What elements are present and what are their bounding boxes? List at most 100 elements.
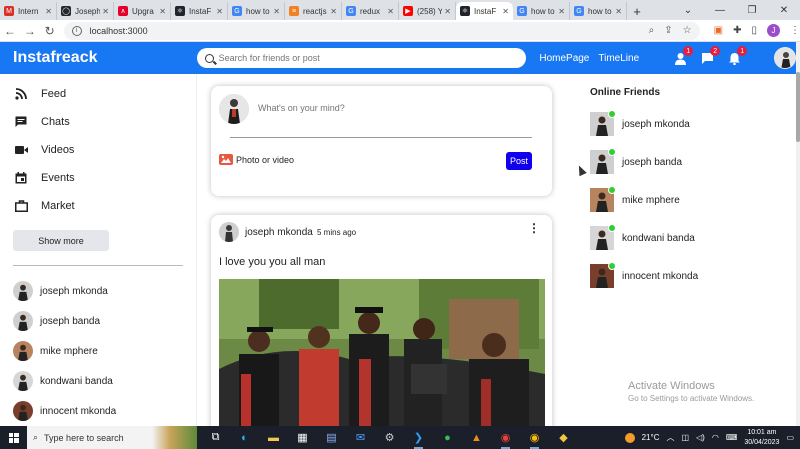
chrome-icon[interactable]: ◉: [495, 428, 516, 449]
taskbar-clock[interactable]: 10:01 am 30/04/2023: [744, 428, 779, 448]
new-tab-button[interactable]: +: [627, 2, 647, 20]
online-friend-item[interactable]: joseph mkonda: [590, 105, 790, 143]
post-button[interactable]: Post: [506, 152, 532, 170]
address-bar[interactable]: i localhost:3000 ⌕ ⇪ ☆: [63, 21, 700, 40]
post-options-icon[interactable]: ⋮: [528, 222, 540, 234]
network-icon[interactable]: ◫: [681, 433, 689, 442]
edge-icon[interactable]: ◐: [234, 428, 255, 447]
tab-close-icon[interactable]: ✕: [159, 7, 166, 16]
notification-center-icon[interactable]: ▭: [786, 433, 794, 442]
sidebar-item-chats[interactable]: Chats: [0, 108, 196, 136]
show-more-button[interactable]: Show more: [13, 230, 109, 251]
tab-close-icon[interactable]: ✕: [102, 7, 109, 16]
post-author-avatar[interactable]: [219, 222, 239, 242]
bookmark-star-icon[interactable]: ☆: [683, 25, 692, 36]
extension-icon[interactable]: ▣: [714, 25, 723, 36]
volume-icon[interactable]: ◁): [696, 433, 705, 442]
friend-requests-icon[interactable]: 1: [673, 46, 694, 65]
post-author-name[interactable]: joseph mkonda: [245, 227, 313, 238]
browser-tab[interactable]: Ghow to ✕: [228, 2, 285, 20]
online-friend-item[interactable]: mike mphere: [590, 181, 790, 219]
tab-close-icon[interactable]: ✕: [558, 7, 565, 16]
tab-search-icon[interactable]: ⌄: [672, 0, 704, 20]
tab-close-icon[interactable]: ✕: [615, 7, 622, 16]
store-icon[interactable]: ▦: [292, 428, 313, 447]
app-logo[interactable]: Instafreack: [13, 49, 197, 67]
restore-button[interactable]: ❐: [736, 0, 768, 20]
sidebar-item-videos[interactable]: Videos: [0, 136, 196, 164]
weather-sun-icon[interactable]: [624, 432, 635, 443]
mail-icon[interactable]: ✉: [350, 428, 371, 447]
tab-close-icon[interactable]: ✕: [444, 7, 451, 16]
sidepanel-icon[interactable]: ▯: [751, 25, 757, 36]
zoom-icon[interactable]: ⌕: [649, 25, 655, 36]
sidebar-friend-item[interactable]: joseph banda: [0, 306, 196, 336]
browser-tab[interactable]: ∧ Upgra ✕: [114, 2, 171, 20]
git-icon[interactable]: ◆: [553, 428, 574, 447]
search-bar[interactable]: [196, 48, 527, 68]
browser-tab[interactable]: ◯ Joseph ✕: [57, 2, 114, 20]
taskbar-search[interactable]: ⌕ Type here to search: [27, 426, 197, 449]
nav-link-timeline[interactable]: TimeLine: [598, 53, 639, 64]
forward-button[interactable]: →: [20, 24, 40, 38]
vlc-icon[interactable]: ▲: [466, 428, 487, 447]
language-icon[interactable]: ⌨: [726, 433, 738, 442]
profile-avatar[interactable]: J: [767, 24, 780, 37]
tab-close-icon[interactable]: ✕: [216, 7, 223, 16]
weather-temperature[interactable]: 21°C: [642, 433, 660, 442]
online-friend-item[interactable]: joseph banda: [590, 143, 790, 181]
minimize-button[interactable]: —: [704, 0, 736, 20]
online-friend-item[interactable]: innocent mkonda: [590, 257, 790, 295]
sidebar-friend-item[interactable]: mike mphere: [0, 336, 196, 366]
scrollbar-thumb[interactable]: [796, 72, 800, 142]
user-avatar[interactable]: [774, 47, 796, 69]
reload-button[interactable]: ↻: [40, 24, 60, 38]
chrome-icon-2[interactable]: ◉: [524, 428, 545, 449]
site-info-icon[interactable]: i: [71, 25, 82, 36]
share-input[interactable]: [258, 103, 528, 113]
app-icon[interactable]: ▤: [321, 428, 342, 447]
sidebar-item-events[interactable]: Events: [0, 164, 196, 192]
tab-close-icon[interactable]: ✕: [502, 7, 509, 16]
photo-video-option[interactable]: Photo or video: [219, 154, 294, 165]
sidebar-item-label: Chats: [41, 116, 70, 128]
file-explorer-icon[interactable]: ▬: [263, 428, 284, 447]
page-scrollbar[interactable]: [796, 42, 800, 426]
browser-tab[interactable]: Ghow to ✕: [570, 2, 627, 20]
wifi-icon[interactable]: ◠: [712, 433, 719, 442]
green-app-icon[interactable]: ●: [437, 428, 458, 447]
tab-close-icon[interactable]: ✕: [273, 7, 280, 16]
back-button[interactable]: ←: [0, 24, 20, 38]
tab-title: InstaF: [189, 6, 212, 16]
tab-close-icon[interactable]: ✕: [387, 7, 394, 16]
browser-tab[interactable]: Ghow to ✕: [513, 2, 570, 20]
messages-icon[interactable]: 2: [700, 46, 721, 65]
sidebar-item-feed[interactable]: Feed: [0, 80, 196, 108]
sublime-icon[interactable]: ⚙: [379, 428, 400, 447]
tab-close-icon[interactable]: ✕: [45, 7, 52, 16]
start-button[interactable]: [0, 426, 27, 449]
online-friend-item[interactable]: kondwani banda: [590, 219, 790, 257]
tray-chevron-icon[interactable]: ︿: [666, 432, 674, 443]
nav-link-homepage[interactable]: HomePage: [539, 53, 589, 64]
browser-tab[interactable]: Gredux ✕: [342, 2, 399, 20]
share-icon[interactable]: ⇪: [664, 25, 672, 36]
sidebar-friend-item[interactable]: joseph mkonda: [0, 276, 196, 306]
browser-tab[interactable]: ⚛ InstaF ✕: [171, 2, 228, 20]
menu-dots-icon[interactable]: ⋮: [790, 25, 800, 36]
browser-tab[interactable]: ⚛ InstaF ✕: [456, 2, 513, 20]
browser-tab[interactable]: ▶ (258) Y ✕: [399, 2, 456, 20]
browser-tab[interactable]: ≡ reactjs ✕: [285, 2, 342, 20]
task-view-icon[interactable]: ⧉: [205, 428, 226, 447]
vscode-icon[interactable]: ❯: [408, 428, 429, 449]
sidebar-friend-item[interactable]: kondwani banda: [0, 366, 196, 396]
search-input[interactable]: [218, 53, 519, 63]
watermark-title: Activate Windows: [628, 380, 715, 392]
puzzle-icon[interactable]: ✚: [733, 25, 741, 36]
sidebar-item-market[interactable]: Market: [0, 192, 196, 220]
tab-close-icon[interactable]: ✕: [330, 7, 337, 16]
sidebar-friend-item[interactable]: innocent mkonda: [0, 396, 196, 426]
notifications-bell-icon[interactable]: 1: [727, 46, 748, 65]
browser-tab[interactable]: M Intern ✕: [0, 2, 57, 20]
close-window-button[interactable]: ✕: [768, 0, 800, 20]
